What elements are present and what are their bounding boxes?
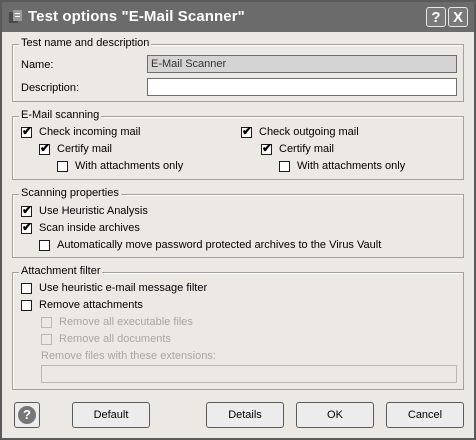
- incoming-certify-checkbox[interactable]: ✔: [39, 141, 51, 155]
- outgoing-certify-label: Certify mail: [279, 143, 335, 155]
- email-scanning-legend: E-Mail scanning: [19, 109, 102, 121]
- name-label: Name:: [21, 59, 54, 71]
- heuristic-filter-label: Use heuristic e-mail message filter: [39, 282, 208, 294]
- name-field[interactable]: E-Mail Scanner: [147, 55, 457, 73]
- description-label: Description:: [21, 82, 80, 94]
- test-name-legend: Test name and description: [19, 37, 152, 49]
- window-title: Test options "E-Mail Scanner": [28, 8, 245, 25]
- email-scanning-group: E-Mail scanning ✔ Check incoming mail ✔ …: [12, 109, 464, 180]
- question-icon: ?: [18, 406, 36, 424]
- check-outgoing-checkbox[interactable]: ✔: [241, 124, 253, 138]
- checkmark-icon: ✔: [22, 124, 33, 138]
- outgoing-certify-checkbox[interactable]: ✔: [261, 141, 273, 155]
- remove-attachments-checkbox[interactable]: [21, 300, 32, 311]
- remove-documents-checkbox[interactable]: [41, 334, 52, 345]
- remove-documents-label: Remove all documents: [59, 333, 171, 345]
- move-password-archives-checkbox[interactable]: [39, 240, 50, 251]
- details-button[interactable]: Details: [206, 402, 284, 428]
- checkmark-icon: ✔: [40, 141, 51, 155]
- default-button[interactable]: Default: [72, 402, 150, 428]
- title-close-button[interactable]: X: [448, 7, 468, 27]
- ok-button[interactable]: OK: [296, 402, 374, 428]
- scan-archives-checkbox[interactable]: ✔: [21, 220, 33, 234]
- test-name-group: Test name and description Name: E-Mail S…: [12, 37, 464, 102]
- incoming-certify-label: Certify mail: [57, 143, 113, 155]
- scan-archives-label: Scan inside archives: [39, 222, 140, 234]
- cancel-button[interactable]: Cancel: [386, 402, 464, 428]
- checkmark-icon: ✔: [22, 220, 33, 234]
- app-icon: [9, 10, 22, 23]
- check-incoming-label: Check incoming mail: [39, 126, 141, 138]
- heuristic-filter-checkbox[interactable]: [21, 283, 32, 294]
- checkmark-icon: ✔: [22, 203, 33, 217]
- title-help-button[interactable]: ?: [426, 7, 446, 27]
- scanning-properties-group: Scanning properties ✔ Use Heuristic Anal…: [12, 187, 464, 258]
- attachment-filter-legend: Attachment filter: [19, 265, 103, 277]
- help-button[interactable]: ?: [14, 402, 40, 428]
- outgoing-attachments-checkbox[interactable]: [279, 161, 290, 172]
- scanning-properties-legend: Scanning properties: [19, 187, 121, 199]
- checkmark-icon: ✔: [262, 141, 273, 155]
- move-password-archives-label: Automatically move password protected ar…: [57, 239, 382, 251]
- heuristic-analysis-checkbox[interactable]: ✔: [21, 203, 33, 217]
- description-field[interactable]: [147, 78, 457, 96]
- check-outgoing-label: Check outgoing mail: [259, 126, 359, 138]
- check-incoming-checkbox[interactable]: ✔: [21, 124, 33, 138]
- extensions-field[interactable]: [41, 365, 457, 383]
- attachment-filter-group: Attachment filter Use heuristic e-mail m…: [12, 265, 464, 390]
- title-bar[interactable]: Test options "E-Mail Scanner" ? X: [2, 2, 474, 32]
- remove-executables-checkbox[interactable]: [41, 317, 52, 328]
- remove-executables-label: Remove all executable files: [59, 316, 193, 328]
- remove-attachments-label: Remove attachments: [39, 299, 143, 311]
- test-options-dialog: Test options "E-Mail Scanner" ? X Test n…: [0, 0, 476, 440]
- checkmark-icon: ✔: [242, 124, 253, 138]
- incoming-attachments-checkbox[interactable]: [57, 161, 68, 172]
- heuristic-analysis-label: Use Heuristic Analysis: [39, 205, 148, 217]
- extensions-label: Remove files with these extensions:: [41, 350, 216, 362]
- incoming-attachments-label: With attachments only: [75, 160, 184, 172]
- outgoing-attachments-label: With attachments only: [297, 160, 406, 172]
